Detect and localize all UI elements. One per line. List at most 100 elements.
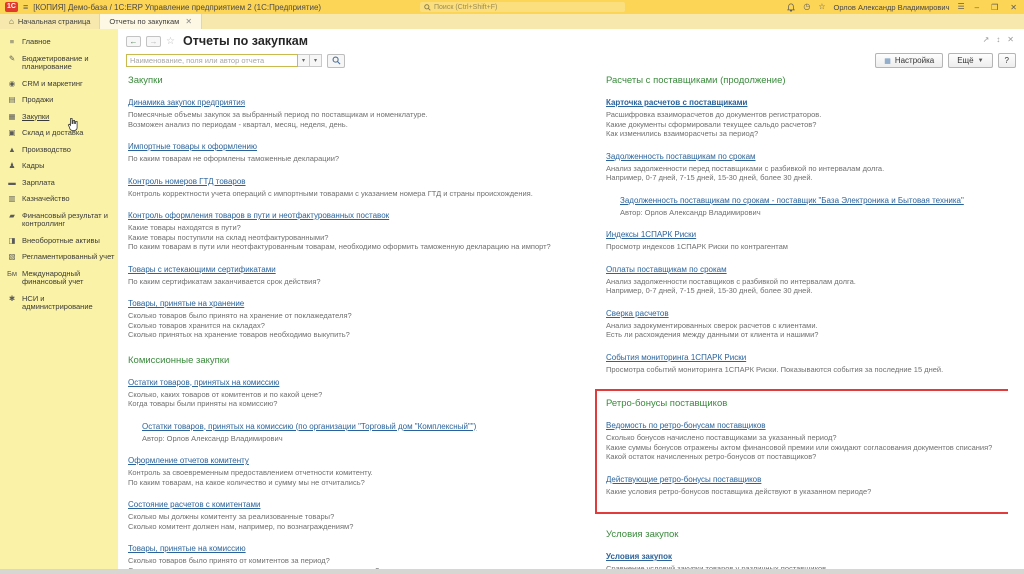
report-link[interactable]: Динамика закупок предприятия [128, 98, 245, 107]
help-button[interactable]: ? [997, 53, 1016, 68]
report-link[interactable]: Контроль оформления товаров в пути и нео… [128, 211, 389, 220]
report-link[interactable]: Товары, принятые на комиссию [128, 544, 246, 553]
search-button[interactable] [327, 53, 345, 68]
report-search-input[interactable] [126, 54, 298, 67]
sidebar-item-ifrs[interactable]: Бм Международный финансовый учет [0, 266, 118, 291]
collapse-icon[interactable]: ↕ [996, 35, 1000, 44]
global-search-input[interactable]: Поиск (Ctrl+Shift+F) [420, 2, 625, 12]
report-link[interactable]: Индексы 1СПАРК Риски [606, 230, 696, 239]
report-item: Динамика закупок предприятия Помесячные о… [128, 92, 580, 129]
report-item: Остатки товаров, принятых на комиссию (п… [142, 416, 580, 444]
report-item: Остатки товаров, принятых на комиссию Ско… [128, 372, 580, 409]
sidebar-item-label: Казначейство [22, 194, 70, 203]
sidebar-item-hr[interactable]: ♟ Кадры [0, 158, 118, 175]
report-link[interactable]: Состояние расчетов с комитентами [128, 500, 260, 509]
history-icon[interactable]: ◷ [803, 2, 810, 12]
report-link[interactable]: Действующие ретро-бонусы поставщиков [606, 475, 761, 484]
treasury-icon: ▥ [8, 194, 16, 203]
favorite-star-icon[interactable]: ☆ [166, 36, 175, 47]
report-link[interactable]: Задолженность поставщикам по срокам [606, 152, 756, 161]
toolbar-row: ▾ ▾ ▦ Настройка Ещё ▼ ? [118, 50, 1024, 68]
open-link-icon[interactable]: ↗ [983, 35, 990, 44]
magnifier-icon [332, 56, 340, 65]
section-sidebar: ≡ Главное ✎ Бюджетирование и планирование ◉ C… [0, 29, 118, 569]
sidebar-item-treasury[interactable]: ▥ Казначейство [0, 191, 118, 208]
report-link[interactable]: Остатки товаров, принятых на комиссию [128, 378, 279, 387]
report-link[interactable]: Контроль номеров ГТД товаров [128, 177, 246, 186]
search-dropdown-icon[interactable]: ▾ [298, 54, 310, 67]
minimize-button[interactable]: – [973, 3, 981, 12]
sidebar-item-payroll[interactable]: ▬ Зарплата [0, 175, 118, 192]
tab-bar: ⌂ Начальная страница Отчеты по закупкам … [0, 14, 1024, 29]
report-item: Карточка расчетов с поставщиками Расшифро… [606, 92, 1008, 139]
form-close-icon[interactable]: ✕ [1007, 35, 1014, 44]
report-link[interactable]: Оформление отчетов комитенту [128, 456, 249, 465]
report-link[interactable]: Ведомость по ретро-бонусам поставщиков [606, 421, 766, 430]
report-link[interactable]: События мониторинга 1СПАРК Риски [606, 353, 746, 362]
report-link[interactable]: Остатки товаров, принятых на комиссию (п… [142, 422, 476, 431]
service-menu-icon[interactable]: ☰ [958, 2, 965, 12]
forward-button[interactable]: → [146, 35, 161, 47]
nsi-admin-icon: ✱ [8, 293, 16, 303]
close-button[interactable]: ✕ [1008, 3, 1019, 12]
report-item: Оплаты поставщикам по срокам Анализ задол… [606, 259, 1008, 296]
report-link[interactable]: Сверка расчетов [606, 309, 669, 318]
global-search-placeholder: Поиск (Ctrl+Shift+F) [434, 3, 498, 11]
report-item: Сверка расчетов Анализ задокументированны… [606, 303, 1008, 340]
main-menu-icon[interactable]: ≡ [23, 2, 28, 12]
sidebar-item-production[interactable]: ▲ Производство [0, 142, 118, 159]
sidebar-item-assets[interactable]: ◨ Внеоборотные активы [0, 233, 118, 250]
settings-table-icon: ▦ [884, 57, 891, 65]
assets-icon: ◨ [8, 235, 16, 245]
report-item: Действующие ретро-бонусы поставщиков Каки… [606, 469, 1001, 497]
tab-close-icon[interactable]: ✕ [185, 17, 192, 26]
report-description-line: Анализ задокументированных сверок расчет… [606, 320, 818, 330]
favorites-star-icon[interactable]: ☆ [818, 2, 825, 12]
sidebar-item-sales[interactable]: ▤ Продажи [0, 92, 118, 109]
tab-purchase-reports[interactable]: Отчеты по закупкам ✕ [99, 14, 203, 29]
sidebar-item-regulated[interactable]: ▧ Регламентированный учет [0, 249, 118, 266]
sidebar-item-nsi-admin[interactable]: ✱ НСИ и администрирование [0, 291, 118, 316]
back-button[interactable]: ← [126, 35, 141, 47]
report-link[interactable]: Оплаты поставщикам по срокам [606, 265, 727, 274]
main-icon: ≡ [9, 37, 15, 46]
report-link[interactable]: Задолженность поставщикам по срокам - по… [620, 196, 964, 205]
sidebar-item-purchases[interactable]: ▦ Закупки [0, 109, 118, 126]
report-link[interactable]: Карточка расчетов с поставщиками [606, 98, 747, 107]
report-link[interactable]: Товары с истекающими сертификатами [128, 265, 276, 274]
left-column: Закупки Динамика закупок предприятия Помес… [128, 75, 580, 569]
report-description-line: Помесячные объемы закупок за выбранный п… [128, 110, 428, 119]
report-description-line: Какие условия ретро-бонусов поставщика д… [606, 486, 872, 496]
section-title: Закупки [128, 75, 163, 86]
report-description-line: По каким товарам в пути или неотфактуров… [128, 242, 551, 251]
report-link[interactable]: Импортные товары к оформлению [128, 142, 257, 151]
report-description-line: Сколько мы должны комитенту за реализова… [128, 512, 335, 521]
more-button[interactable]: Ещё ▼ [948, 53, 993, 68]
sidebar-item-label: Закупки [22, 111, 50, 121]
sidebar-item-label: Кадры [22, 161, 45, 170]
main-content: ↗ ↕ ✕ ← → ☆ Отчеты по закупкам ▾ ▾ ▦ Нас… [118, 29, 1024, 569]
settings-button[interactable]: ▦ Настройка [875, 53, 944, 68]
report-section: Комиссионные закупки Остатки товаров, при… [128, 355, 580, 570]
more-button-label: Ещё [957, 56, 974, 65]
report-link[interactable]: Условия закупок [606, 552, 672, 561]
report-link[interactable]: Товары, принятые на хранение [128, 299, 244, 308]
sidebar-item-crm[interactable]: ◉ CRM и маркетинг [0, 76, 118, 93]
highlighted-report-section: Ретро-бонусы поставщиков Ведомость по рет… [595, 389, 1008, 514]
report-description-line: Контроль за своевременным предоставление… [128, 468, 373, 477]
report-description-line: Есть ли расхождения между данными от кли… [606, 330, 819, 339]
sidebar-item-main[interactable]: ≡ Главное [0, 34, 118, 51]
sidebar-item-fin-result[interactable]: ▰ Финансовый результат и контроллинг [0, 208, 118, 233]
search-history-icon[interactable]: ▾ [310, 54, 322, 67]
sidebar-item-warehouse[interactable]: ▣ Склад и доставка [0, 125, 118, 142]
sidebar-item-budgeting[interactable]: ✎ Бюджетирование и планирование [0, 51, 118, 76]
report-description-line: Сколько, каких товаров от комитентов и п… [128, 389, 323, 399]
report-item: Индексы 1СПАРК Риски Просмотр индексов 1С… [606, 224, 1008, 252]
report-description-line: Сколько товаров было принято на хранение… [128, 311, 352, 320]
fin-result-icon: ▰ [9, 210, 15, 220]
user-menu[interactable]: Орлов Александр Владимирович [834, 3, 950, 12]
maximize-button[interactable]: ❒ [989, 3, 1000, 12]
report-description-line: Какие суммы бонусов отражены актом финан… [606, 442, 993, 452]
notifications-bell-icon[interactable] [787, 3, 796, 12]
tab-home[interactable]: ⌂ Начальная страница [0, 14, 99, 29]
